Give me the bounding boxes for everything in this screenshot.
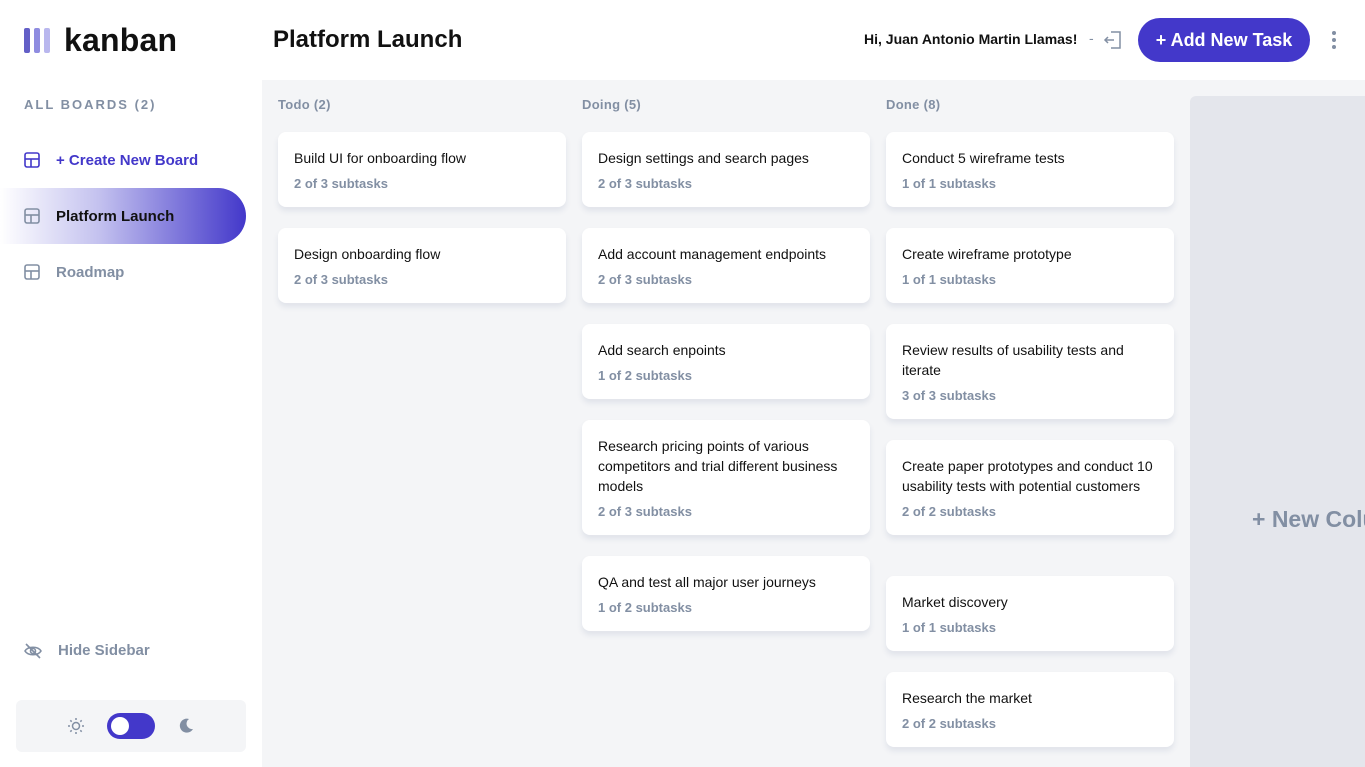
theme-switcher	[16, 700, 246, 752]
task-subtasks: 2 of 3 subtasks	[598, 504, 692, 519]
board-icon	[24, 152, 40, 168]
task-title: Create paper prototypes and conduct 10 u…	[902, 458, 1153, 494]
hide-sidebar-label: Hide Sidebar	[58, 642, 150, 659]
board-icon	[24, 264, 40, 280]
page-title: Platform Launch	[273, 26, 463, 53]
task-subtasks: 1 of 2 subtasks	[598, 368, 692, 383]
moon-icon	[179, 718, 193, 733]
task-card[interactable]: Create wireframe prototype 1 of 1 subtas…	[886, 228, 1174, 303]
logo-text: kanban	[64, 21, 178, 58]
task-subtasks: 2 of 3 subtasks	[294, 176, 388, 191]
toggle-knob	[111, 717, 129, 735]
new-column-button[interactable]: + New Column	[1190, 96, 1365, 767]
task-title: Market discovery	[902, 594, 1008, 610]
top-header: Platform Launch Hi, Juan Antonio Martin …	[262, 0, 1365, 80]
task-title: QA and test all major user journeys	[598, 574, 816, 590]
task-subtasks: 3 of 3 subtasks	[902, 388, 996, 403]
task-card[interactable]: Research the market 2 of 2 subtasks	[886, 672, 1174, 747]
sun-icon	[68, 718, 84, 734]
theme-toggle[interactable]	[107, 713, 155, 739]
column-title-todo: Todo (2)	[278, 97, 331, 112]
hide-sidebar-button[interactable]: Hide Sidebar	[24, 642, 150, 659]
user-greeting: Hi, Juan Antonio Martin Llamas!	[864, 31, 1078, 47]
task-subtasks: 1 of 2 subtasks	[598, 600, 692, 615]
task-card[interactable]: Design settings and search pages 2 of 3 …	[582, 132, 870, 207]
column-title-done: Done (8)	[886, 97, 941, 112]
task-title: Build UI for onboarding flow	[294, 150, 466, 166]
task-card[interactable]: Research pricing points of various compe…	[582, 420, 870, 535]
logout-icon[interactable]	[1103, 30, 1123, 50]
sidebar: kanban ALL BOARDS (2) + Create New Board…	[0, 0, 262, 767]
task-title: Design onboarding flow	[294, 246, 441, 262]
sidebar-item-platform-launch[interactable]: Platform Launch	[0, 188, 246, 244]
create-new-board-button[interactable]: + Create New Board	[0, 132, 246, 188]
all-boards-heading: ALL BOARDS (2)	[24, 97, 157, 112]
task-card[interactable]: Conduct 5 wireframe tests 1 of 1 subtask…	[886, 132, 1174, 207]
task-subtasks: 2 of 2 subtasks	[902, 504, 996, 519]
sidebar-item-label: Roadmap	[56, 263, 125, 281]
task-title: Add account management endpoints	[598, 246, 827, 262]
task-title: Conduct 5 wireframe tests	[902, 150, 1065, 166]
greeting-separator: -	[1089, 30, 1094, 46]
sidebar-item-label: Platform Launch	[56, 207, 175, 225]
add-new-task-button[interactable]: + Add New Task	[1138, 18, 1310, 62]
task-title: Research the market	[902, 690, 1032, 706]
sidebar-item-roadmap[interactable]: Roadmap	[0, 244, 246, 300]
task-subtasks: 1 of 1 subtasks	[902, 620, 996, 635]
task-title: Create wireframe prototype	[902, 246, 1072, 262]
task-card[interactable]: QA and test all major user journeys 1 of…	[582, 556, 870, 631]
task-subtasks: 2 of 3 subtasks	[294, 272, 388, 287]
task-title: Add search enpoints	[598, 342, 726, 358]
task-title: Research pricing points of various compe…	[598, 438, 838, 494]
task-subtasks: 2 of 3 subtasks	[598, 272, 692, 287]
task-subtasks: 1 of 1 subtasks	[902, 272, 996, 287]
task-card[interactable]: Add account management endpoints 2 of 3 …	[582, 228, 870, 303]
task-card[interactable]: Design onboarding flow 2 of 3 subtasks	[278, 228, 566, 303]
task-card[interactable]: Build UI for onboarding flow 2 of 3 subt…	[278, 132, 566, 207]
task-card[interactable]: Add search enpoints 1 of 2 subtasks	[582, 324, 870, 399]
more-options-icon[interactable]	[1330, 31, 1338, 49]
task-title: Review results of usability tests and it…	[902, 342, 1124, 378]
app-logo: kanban	[24, 22, 177, 58]
eye-slash-icon	[24, 642, 42, 659]
task-card[interactable]: Market discovery 1 of 1 subtasks	[886, 576, 1174, 651]
task-subtasks: 2 of 2 subtasks	[902, 716, 996, 731]
logo-icon	[24, 27, 50, 53]
board-icon	[24, 208, 40, 224]
task-card[interactable]: Review results of usability tests and it…	[886, 324, 1174, 419]
task-subtasks: 1 of 1 subtasks	[902, 176, 996, 191]
column-title-doing: Doing (5)	[582, 97, 642, 112]
new-column-label: + New Column	[1252, 506, 1365, 532]
task-subtasks: 2 of 3 subtasks	[598, 176, 692, 191]
create-new-board-label: + Create New Board	[56, 151, 199, 169]
task-title: Design settings and search pages	[598, 150, 809, 166]
task-card[interactable]: Create paper prototypes and conduct 10 u…	[886, 440, 1174, 535]
